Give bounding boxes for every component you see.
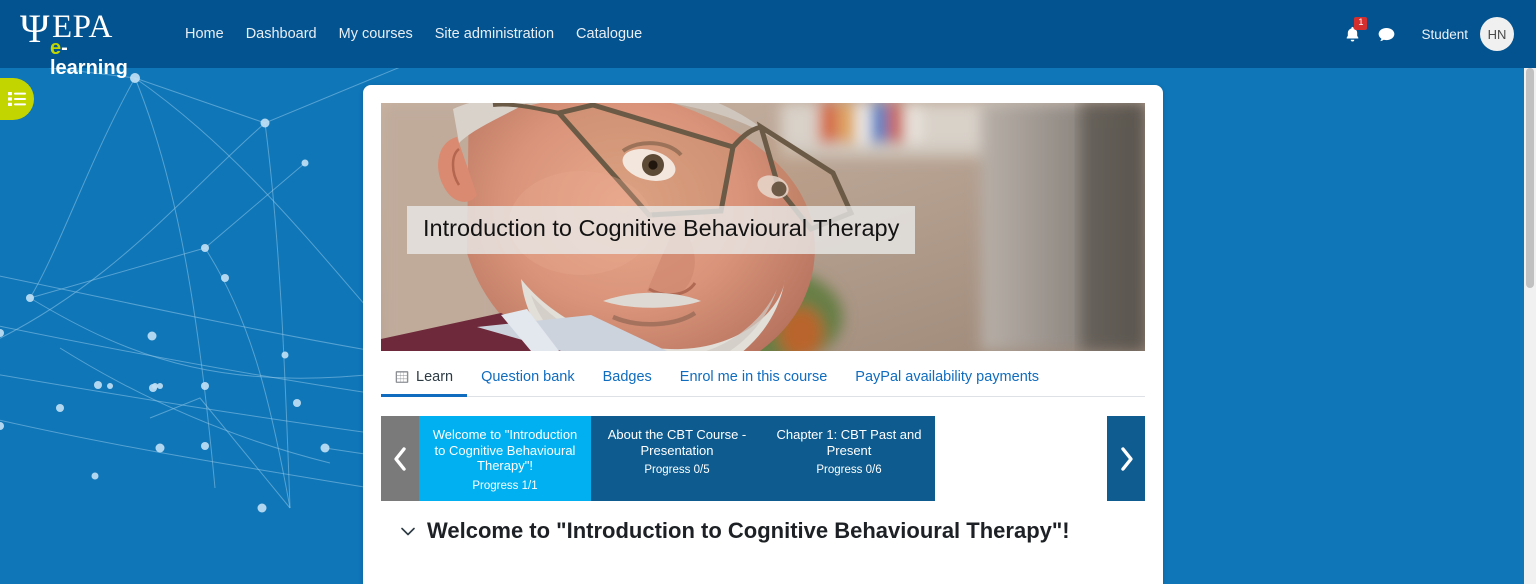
- nav-site-administration[interactable]: Site administration: [424, 18, 565, 50]
- section-tile-title: Chapter 1: CBT Past and Present: [776, 427, 922, 458]
- nav-my-courses[interactable]: My courses: [328, 18, 424, 50]
- tab-learn-label: Learn: [416, 369, 454, 385]
- section-tile-progress: Progress 0/6: [816, 464, 882, 476]
- message-icon: [1378, 27, 1395, 41]
- section-tile-title: About the CBT Course - Presentation: [607, 427, 747, 458]
- nav-catalogue[interactable]: Catalogue: [565, 18, 653, 50]
- primary-navigation: Home Dashboard My courses Site administr…: [174, 18, 653, 50]
- chevron-right-icon: [1120, 446, 1133, 471]
- logo-elearning-text: e-learning: [50, 38, 138, 78]
- section-carousel: Welcome to "Introduction to Cognitive Be…: [381, 416, 1145, 501]
- section-tile-welcome[interactable]: Welcome to "Introduction to Cognitive Be…: [419, 416, 591, 501]
- chevron-left-icon: [393, 446, 406, 471]
- site-logo[interactable]: Ψ EPA e-learning: [20, 6, 138, 79]
- section-tile-progress: Progress 1/1: [472, 479, 538, 492]
- notifications-button[interactable]: 1: [1335, 17, 1369, 51]
- section-tiles: Welcome to "Introduction to Cognitive Be…: [419, 416, 935, 501]
- section-tile-chapter-1[interactable]: Chapter 1: CBT Past and Present Progress…: [763, 416, 935, 501]
- nav-home[interactable]: Home: [174, 18, 235, 50]
- tab-question-bank[interactable]: Question bank: [467, 369, 589, 396]
- tab-paypal-availability-payments[interactable]: PayPal availability payments: [841, 369, 1053, 396]
- tab-paypal-label: PayPal availability payments: [855, 369, 1040, 385]
- section-collapse-toggle[interactable]: [399, 522, 417, 540]
- grid-icon: [395, 371, 409, 383]
- list-menu-icon: [8, 92, 26, 106]
- tab-enrol-me-label: Enrol me in this course: [679, 369, 828, 385]
- section-header: Welcome to "Introduction to Cognitive Be…: [399, 518, 1145, 544]
- section-tile-about-cbt-course[interactable]: About the CBT Course - Presentation Prog…: [591, 416, 763, 501]
- section-title: Welcome to "Introduction to Cognitive Be…: [427, 518, 1070, 543]
- tab-enrol-me[interactable]: Enrol me in this course: [666, 369, 841, 396]
- tab-badges[interactable]: Badges: [589, 369, 666, 396]
- carousel-next-button[interactable]: [1107, 416, 1145, 501]
- messages-button[interactable]: [1369, 17, 1403, 51]
- top-navbar: Ψ EPA e-learning Home Dashboard My cours…: [0, 0, 1536, 79]
- chevron-down-icon: [401, 527, 415, 535]
- tab-question-bank-label: Question bank: [481, 369, 575, 385]
- course-content-card: Introduction to Cognitive Behavioural Th…: [363, 85, 1163, 584]
- section-tile-progress: Progress 0/5: [644, 464, 710, 476]
- course-hero-banner: Introduction to Cognitive Behavioural Th…: [381, 103, 1145, 351]
- navbar-user-area: 1 Student HN: [1335, 17, 1514, 51]
- tab-badges-label: Badges: [602, 369, 652, 385]
- course-title: Introduction to Cognitive Behavioural Th…: [407, 206, 916, 254]
- tab-learn[interactable]: Learn: [381, 369, 468, 397]
- section-tile-title: Welcome to "Introduction to Cognitive Be…: [432, 427, 578, 473]
- psi-icon: Ψ: [20, 6, 50, 51]
- logo-e-letter: e: [50, 37, 62, 59]
- course-tabs: Learn Question bank Badges Enrol me in t…: [381, 351, 1145, 397]
- user-role-label: Student: [1421, 26, 1468, 42]
- notification-count-badge: 1: [1354, 17, 1368, 30]
- page-scrollbar[interactable]: [1524, 68, 1536, 584]
- logo-learning-text: -learning: [50, 37, 128, 79]
- scrollbar-thumb[interactable]: [1526, 68, 1534, 288]
- carousel-prev-button[interactable]: [381, 416, 419, 501]
- avatar[interactable]: HN: [1480, 17, 1514, 51]
- nav-dashboard[interactable]: Dashboard: [235, 18, 328, 50]
